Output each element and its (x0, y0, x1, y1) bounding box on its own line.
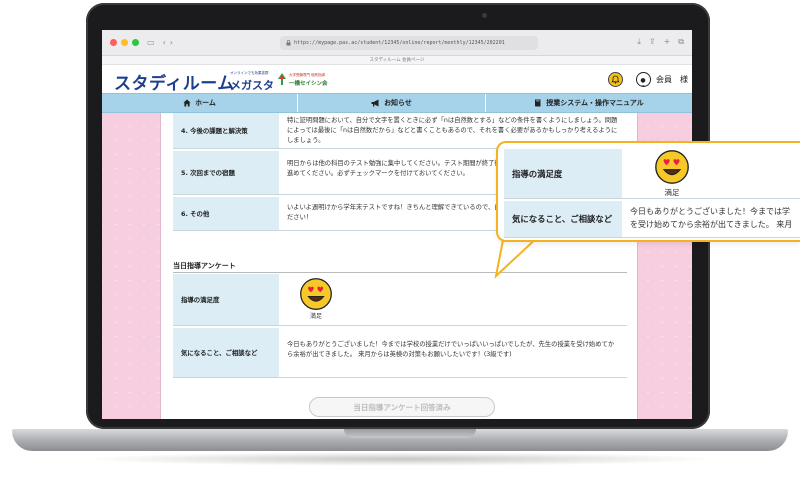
survey-row-comment: 気になること、ご相談など 今日もありがとうございました！今までは学校の授業だけで… (173, 328, 627, 378)
user-menu[interactable]: 会員 様 (636, 72, 688, 87)
zoom-callout: 指導の満足度 満足 気になること、ご相談など 今日もありがとうございました！今ま… (496, 141, 800, 242)
notification-bell-icon[interactable] (608, 72, 623, 87)
heart-eyes-emoji-icon (655, 149, 689, 184)
tab-title[interactable]: スタディルーム 会員ページ (370, 58, 425, 63)
bell-icon (611, 75, 620, 84)
partner-name: 一橋セイシン会 (289, 81, 328, 87)
brand-name: メガスタ (230, 79, 274, 92)
minimize-window-button[interactable] (121, 39, 128, 46)
home-icon (183, 99, 191, 107)
nav-news-label: お知らせ (384, 99, 412, 107)
lock-icon (286, 40, 291, 46)
survey-comment-value: 今日もありがとうございました！今までは学校の授業だけでいっぱいいっぱいでしたが、… (287, 341, 615, 358)
tab-strip: スタディルーム 会員ページ (102, 56, 692, 65)
callout-satisfaction-text: 満足 (664, 187, 680, 197)
callout-comment-line2: を受け始めてから余裕が出てきました。 来月 (630, 220, 793, 229)
megaphone-icon (371, 99, 379, 107)
satisfaction-value: 満足 (309, 313, 322, 320)
report-row-label: 6. その他 (173, 197, 279, 230)
nav-news[interactable]: お知らせ (298, 94, 486, 112)
callout-row-satisfaction: 指導の満足度 満足 (504, 149, 800, 199)
callout-comment-label: 気になること、ご相談など (504, 201, 622, 237)
forward-icon[interactable]: › (170, 38, 173, 47)
download-icon[interactable]: ⤓ (637, 37, 641, 47)
site-header: スタディルーム オンラインでも効果抜群 メガスタ 大学受験専門 個別指導 一橋セ… (102, 65, 692, 94)
laptop-notch (344, 429, 476, 438)
survey-row-value: 満足 (279, 274, 627, 325)
share-icon[interactable]: ⇪ (649, 37, 656, 47)
user-name: 会員 様 (656, 75, 688, 84)
sidebar-toggle-icon[interactable]: ▭ (147, 38, 155, 47)
heart-eyes-emoji-icon (300, 278, 332, 310)
callout-satisfaction-value: 満足 (622, 149, 800, 198)
report-row-label: 5. 次回までの宿題 (173, 151, 279, 194)
url-text: https://mypage.pas.ac/student/12345/onli… (294, 40, 505, 46)
callout-row-comment: 気になること、ご相談など 今日もありがとうございました！今までは学 を受け始めて… (504, 201, 800, 238)
survey-completed-button[interactable]: 当日指導アンケート回答済み (309, 397, 495, 417)
survey-row-label: 指導の満足度 (173, 274, 279, 325)
user-avatar-icon (636, 72, 651, 87)
survey-row-label: 気になること、ご相談など (173, 328, 279, 377)
callout-satisfaction-label: 指導の満足度 (504, 149, 622, 198)
window-controls (110, 39, 139, 46)
laptop-base (12, 429, 788, 451)
browser-actions: ⤓ ⇪ + ⧉ (637, 37, 684, 47)
callout-comment-line1: 今日もありがとうございました！今までは学 (630, 207, 790, 216)
browser-toolbar: ▭ ‹ › https://mypage.pas.ac/student/1234… (102, 30, 692, 56)
studyroom-logo[interactable]: スタディルーム (114, 69, 235, 94)
survey-row-satisfaction: 指導の満足度 満足 (173, 274, 627, 326)
nav-manual[interactable]: 授業システム・操作マニュアル (486, 94, 692, 112)
partner-logo: 大学受験専門 個別指導 一橋セイシン会 (278, 72, 328, 88)
camera (482, 13, 487, 18)
report-row-label: 4. 今後の課題と解決策 (173, 113, 279, 148)
partner-mark-icon (278, 73, 286, 85)
brand-tagline: オンラインでも効果抜群 (230, 71, 269, 75)
address-bar[interactable]: https://mypage.pas.ac/student/12345/onli… (280, 36, 538, 50)
tab-overview-icon[interactable]: ⧉ (678, 37, 684, 47)
section-divider (173, 272, 627, 273)
megasta-logo: オンラインでも効果抜群 メガスタ (230, 71, 274, 93)
nav-home[interactable]: ホーム (102, 94, 298, 112)
book-icon (535, 99, 541, 107)
partner-tagline: 大学受験専門 個別指導 (289, 73, 326, 77)
zoom-window-button[interactable] (132, 39, 139, 46)
satisfaction-rating: 満足 (299, 277, 333, 322)
person-icon (640, 78, 646, 86)
close-window-button[interactable] (110, 39, 117, 46)
nav-home-label: ホーム (195, 99, 216, 107)
new-tab-icon[interactable]: + (664, 37, 671, 47)
laptop-shadow (80, 452, 720, 466)
nav-manual-label: 授業システム・操作マニュアル (546, 99, 644, 107)
callout-rating: 満足 (654, 149, 690, 198)
back-icon[interactable]: ‹ (163, 38, 166, 47)
callout-comment-value: 今日もありがとうございました！今までは学 を受け始めてから余裕が出てきました。 … (622, 201, 800, 237)
main-nav: ホーム お知らせ 授業システム・操作マニュアル (102, 93, 692, 113)
survey-title: 当日指導アンケート (173, 262, 236, 270)
